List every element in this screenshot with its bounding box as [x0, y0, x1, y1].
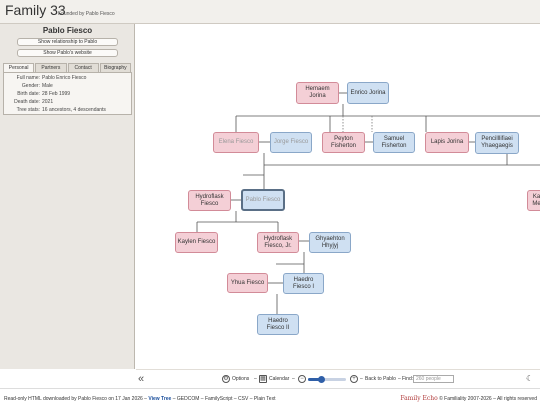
person-jorge-fiesco[interactable]: Jorge Fiesco — [270, 132, 312, 153]
familyscript-link[interactable]: FamilyScript — [205, 396, 233, 402]
sidebar-tabs: Personal Partners Contact Biography — [3, 63, 132, 72]
plain-text-link[interactable]: Plain Text — [254, 396, 276, 402]
footer-copyright: Family Echo © Familiality 2007-2026 – Al… — [400, 395, 537, 402]
detail-label: Death date: — [14, 99, 40, 105]
detail-row-tree-stats: Tree stats: 16 ancestors, 4 descendants — [4, 107, 133, 114]
detail-label: Full name: — [16, 75, 40, 81]
calendar-icon[interactable]: ▦ — [259, 375, 267, 383]
collapse-sidebar-icon[interactable]: « — [138, 374, 144, 385]
detail-label: Birth date: — [17, 91, 40, 97]
person-kaylen-fiesco[interactable]: Kaylen Fiesco — [175, 232, 218, 253]
find-person-input[interactable] — [413, 375, 454, 383]
zoom-slider[interactable] — [308, 376, 346, 383]
footer-download-note: Read-only HTML downloaded by Pablo Fiesc… — [4, 396, 147, 402]
person-haedro-fiesco-i[interactable]: Haedro Fiesco I — [283, 273, 324, 294]
detail-value: 28 Feb 1999 — [42, 91, 71, 97]
person-sidebar: Pablo Fiesco Show relationship to Pablo … — [0, 24, 135, 369]
detail-value: 16 ancestors, 4 descendants — [42, 107, 106, 113]
person-hydroflask-fiesco-jr[interactable]: Hydroflask Fiesco, Jr. — [257, 232, 299, 253]
detail-value: 2021 — [42, 99, 54, 105]
toolbar-separator: – — [292, 376, 295, 382]
toolbar-separator: – — [360, 376, 363, 382]
detail-label: Gender: — [21, 83, 40, 89]
dark-mode-moon-icon[interactable]: ☾ — [526, 374, 533, 383]
family-title: Family 33 — [5, 2, 66, 18]
person-name: Pablo Fiesco — [42, 26, 93, 35]
detail-row-full-name: Full name: Pablo Enrico Fiesco — [4, 75, 133, 82]
gedcom-link[interactable]: GEDCOM — [177, 396, 200, 402]
footer-links: Read-only HTML downloaded by Pablo Fiesc… — [4, 396, 275, 402]
person-hydroflask-fiesco[interactable]: Hydroflask Fiesco — [188, 190, 231, 211]
tab-partners[interactable]: Partners — [35, 63, 67, 72]
person-enrico-jorina[interactable]: Enrico Jorina — [347, 82, 389, 104]
tab-biography[interactable]: Biography — [99, 63, 131, 72]
csv-link[interactable]: CSV — [238, 396, 248, 402]
person-kar-mer[interactable]: Kar Mer — [527, 190, 540, 211]
tree-canvas[interactable]: Hemaem Jorina Enrico Jorina Elena Fiesco… — [136, 24, 540, 369]
person-ghyaehton-hhyjyj[interactable]: Ghyaehton Hhyjyj — [309, 232, 351, 253]
tab-contact[interactable]: Contact — [67, 63, 99, 72]
options-gear-icon[interactable]: ⚙ — [222, 375, 230, 383]
zoom-out-icon[interactable]: − — [298, 375, 306, 383]
view-tree-link[interactable]: View Tree — [148, 396, 171, 402]
show-website-button[interactable]: Show Pablo's website — [17, 49, 118, 57]
calendar-link[interactable]: Calendar — [269, 376, 289, 382]
personal-details-panel: Full name: Pablo Enrico Fiesco Gender: M… — [3, 72, 132, 115]
show-relationship-button[interactable]: Show relationship to Pablo — [17, 38, 118, 46]
options-link[interactable]: Options — [232, 376, 249, 382]
detail-label: Tree stats: — [16, 107, 40, 113]
detail-value: Male — [42, 83, 53, 89]
person-hemaem-jorina[interactable]: Hemaem Jorina — [296, 82, 339, 104]
copyright-text: © Familiality 2007-2026 – All rights res… — [439, 396, 537, 402]
person-elena-fiesco[interactable]: Elena Fiesco — [213, 132, 259, 153]
detail-row-gender: Gender: Male — [4, 83, 133, 90]
detail-row-death-date: Death date: 2021 — [4, 99, 133, 106]
person-haedro-fiesco-ii[interactable]: Haedro Fiesco II — [257, 314, 299, 335]
app-header: Family 33 Founded by Pablo Fiesco — [0, 0, 540, 24]
tree-toolbar: « ⚙ Options – ▦ Calendar – − + – Back to… — [136, 369, 540, 388]
family-echo-logo[interactable]: Family Echo — [400, 395, 437, 402]
person-peyton-fisherton[interactable]: Peyton Fisherton — [322, 132, 365, 153]
page-footer: Read-only HTML downloaded by Pablo Fiesc… — [0, 388, 540, 405]
detail-row-birth-date: Birth date: 28 Feb 1999 — [4, 91, 133, 98]
toolbar-separator: – — [398, 376, 401, 382]
zoom-in-icon[interactable]: + — [350, 375, 358, 383]
person-lapis-jorina[interactable]: Lapis Jorina — [425, 132, 469, 153]
detail-value: Pablo Enrico Fiesco — [42, 75, 87, 81]
tab-personal[interactable]: Personal — [3, 63, 35, 72]
back-to-pablo-link[interactable]: Back to Pablo — [365, 376, 396, 382]
founder-text: Founded by Pablo Fiesco — [58, 11, 115, 17]
person-pencillifiaei-yhaegaegis[interactable]: Pencilllifiaei Yhaegaegis — [475, 132, 519, 154]
person-yhua-fiesco[interactable]: Yhua Fiesco — [227, 273, 268, 293]
zoom-slider-handle[interactable] — [318, 376, 326, 383]
toolbar-separator: – — [254, 376, 257, 382]
find-label: Find: — [402, 376, 414, 382]
person-pablo-fiesco-selected[interactable]: Pablo Fiesco — [241, 189, 285, 211]
person-samuel-fisherton[interactable]: Samuel Fisherton — [373, 132, 415, 153]
